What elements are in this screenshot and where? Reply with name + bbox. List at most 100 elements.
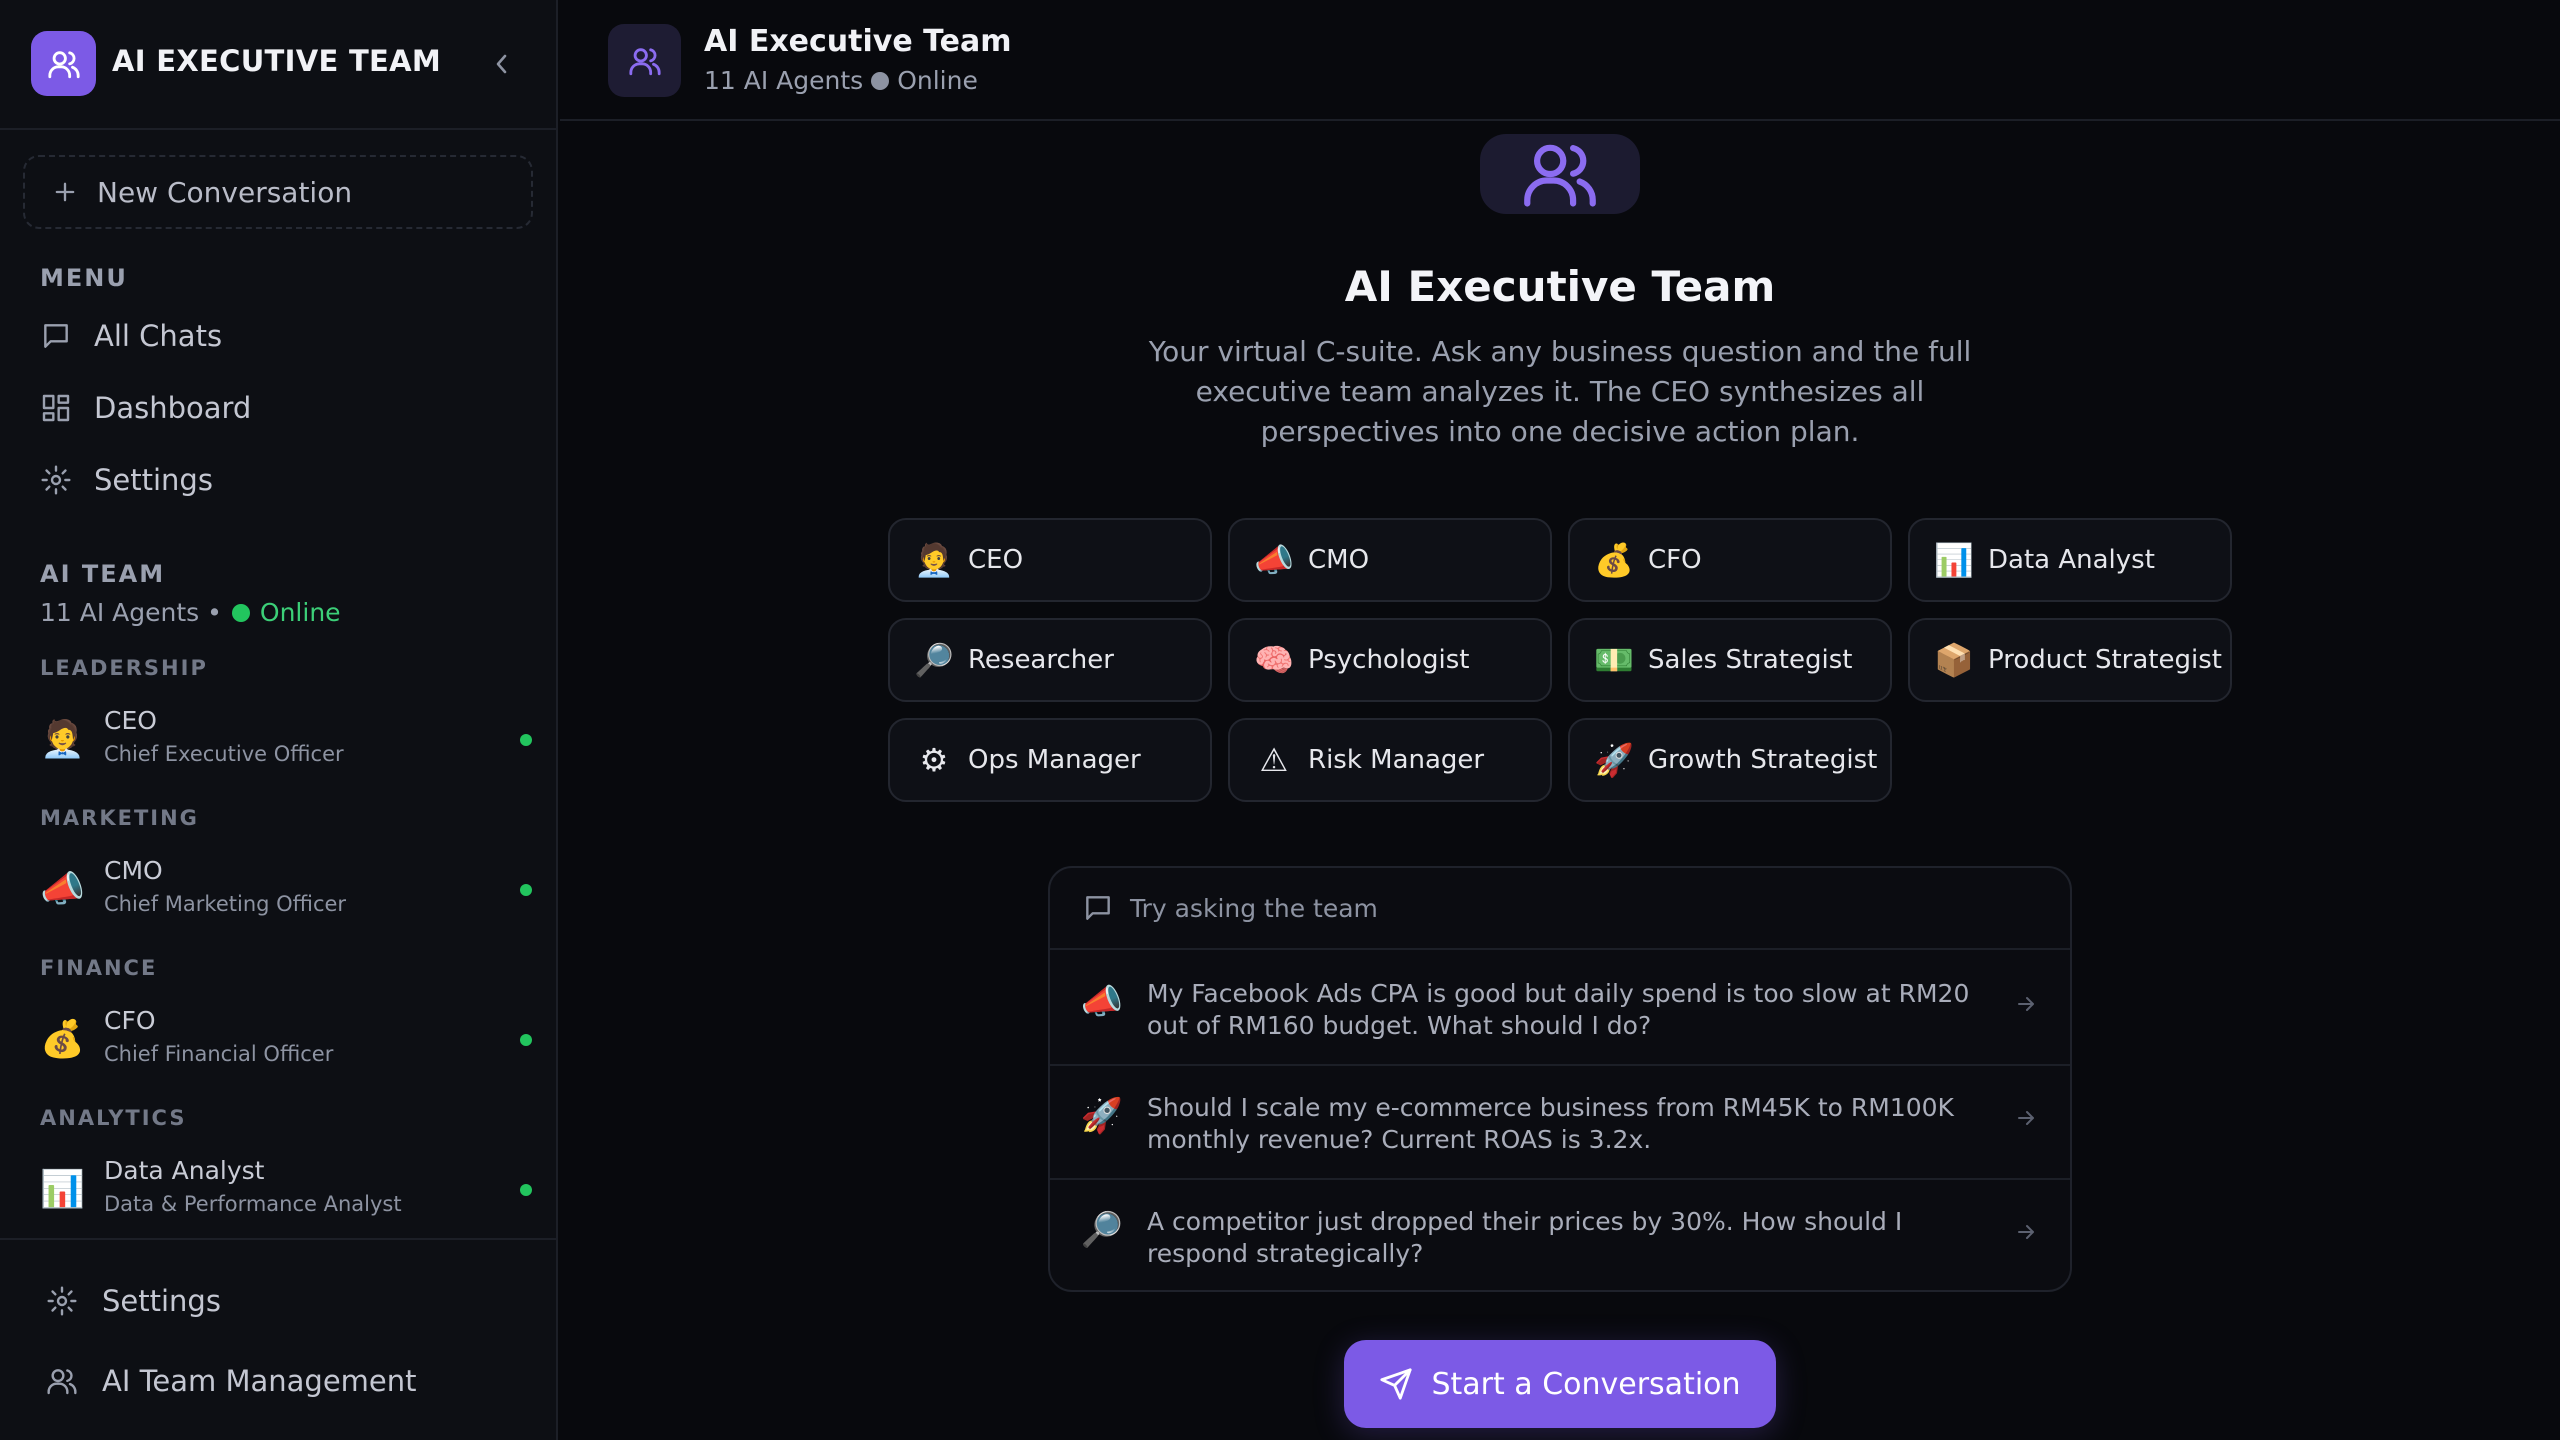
sidebar: AI EXECUTIVE TEAM New Conversation MENU … [0,0,558,1440]
team-status: 11 AI Agents • Online [40,598,341,627]
header-agents-count: 11 AI Agents [704,66,864,95]
agent-chip-researcher[interactable]: 🔎 Researcher [888,618,1212,702]
suggestion-item[interactable]: 🚀 Should I scale my e-commerce business … [1050,1066,2070,1180]
agent-name: Data Analyst [104,1156,265,1185]
hero-description: Your virtual C-suite. Ask any business q… [1148,335,1972,448]
team-count: 11 AI Agents • [40,598,222,627]
agent-chip-growth-strategist[interactable]: 🚀 Growth Strategist [1568,718,1892,802]
chat-icon [1082,892,1114,924]
dollar-bill-icon: 💵 [1594,641,1634,679]
agent-name: CFO [104,1006,156,1035]
agent-chip-risk-manager[interactable]: ⚠ Risk Manager [1228,718,1552,802]
sidebar-agent-cmo[interactable]: 📣 CMO Chief Marketing Officer [40,854,532,924]
agent-chip-product-strategist[interactable]: 📦 Product Strategist [1908,618,2232,702]
arrow-right-icon [2014,1220,2038,1244]
team-avatar [608,24,681,97]
plus-icon [51,178,79,206]
send-icon [1379,1367,1413,1401]
agent-chip-sales-strategist[interactable]: 💵 Sales Strategist [1568,618,1892,702]
menu-item-settings[interactable]: Settings [40,456,213,504]
agent-chip-label: Product Strategist [1988,645,2222,675]
gear-icon [40,464,72,496]
start-conversation-label: Start a Conversation [1431,1366,1741,1402]
agent-role: Chief Financial Officer [104,1042,334,1066]
menu-section-label: MENU [40,264,128,292]
team-online-label: Online [259,598,341,627]
brain-icon: 🧠 [1254,641,1294,679]
new-conversation-label: New Conversation [97,175,353,209]
agent-online-dot [520,1034,532,1046]
users-icon [46,1365,78,1397]
agent-chip-label: CMO [1308,545,1370,575]
menu-item-all-chats[interactable]: All Chats [40,312,222,360]
suggestions-panel: Try asking the team 📣 My Facebook Ads CP… [1048,866,2072,1292]
ceo-avatar-icon: 🧑‍💼 [40,719,85,760]
header-title: AI Executive Team [704,24,1012,59]
suggestion-item[interactable]: 📣 My Facebook Ads CPA is good but daily … [1050,952,2070,1066]
category-marketing: MARKETING [40,806,199,830]
footer-ai-team-management[interactable]: AI Team Management [46,1356,417,1406]
dashboard-icon [40,392,72,424]
warning-icon: ⚠ [1259,741,1289,779]
sidebar-agent-cfo[interactable]: 💰 CFO Chief Financial Officer [40,1004,532,1074]
brand-logo [31,31,96,96]
agent-role: Chief Marketing Officer [104,892,347,916]
rocket-icon: 🚀 [1080,1096,1124,1136]
status-dot [871,71,890,90]
menu-item-label: Settings [94,463,213,497]
footer-settings-label: Settings [102,1284,221,1318]
new-conversation-button[interactable]: New Conversation [23,155,533,229]
category-leadership: LEADERSHIP [40,656,208,680]
menu-item-dashboard[interactable]: Dashboard [40,384,251,432]
magnifier-icon: 🔎 [1080,1210,1124,1250]
hero-title: AI Executive Team [1344,262,1776,311]
chevron-left-icon [492,51,512,77]
users-icon [1520,138,1600,210]
suggestions-header: Try asking the team [1050,868,2070,950]
rocket-icon: 🚀 [1594,741,1634,779]
package-icon: 📦 [1934,641,1974,679]
suggestion-text: Should I scale my e-commerce business fr… [1147,1093,1954,1154]
agent-chip-label: CFO [1648,545,1702,575]
agent-online-dot [520,1184,532,1196]
magnifier-icon: 🔎 [914,641,954,679]
agent-online-dot [520,884,532,896]
money-bag-icon: 💰 [1594,541,1634,579]
arrow-right-icon [2014,1106,2038,1130]
agent-chip-label: Researcher [968,645,1114,675]
sidebar-agent-ceo[interactable]: 🧑‍💼 CEO Chief Executive Officer [40,704,532,774]
megaphone-icon: 📣 [1254,541,1294,579]
footer-settings[interactable]: Settings [46,1276,221,1326]
bar-chart-icon: 📊 [40,1169,85,1210]
agent-role: Chief Executive Officer [104,742,344,766]
header-status-label: Online [897,66,978,95]
footer-team-management-label: AI Team Management [102,1364,417,1398]
header-status: 11 AI Agents Online [704,66,978,95]
collapse-sidebar-button[interactable] [486,44,518,84]
agent-chip-data-analyst[interactable]: 📊 Data Analyst [1908,518,2232,602]
agent-chip-ops-manager[interactable]: ⚙ Ops Manager [888,718,1212,802]
gear-icon: ⚙ [919,741,949,779]
sidebar-footer: Settings AI Team Management [0,1238,556,1440]
agent-chip-cmo[interactable]: 📣 CMO [1228,518,1552,602]
menu-item-label: All Chats [94,319,223,353]
suggestion-item[interactable]: 🔎 A competitor just dropped their prices… [1050,1180,2070,1290]
agent-chip-label: Data Analyst [1988,545,2155,575]
brand-title: AI EXECUTIVE TEAM [112,44,442,78]
agent-chip-ceo[interactable]: 🧑‍💼 CEO [888,518,1212,602]
agent-chip-psychologist[interactable]: 🧠 Psychologist [1228,618,1552,702]
agent-chip-label: Psychologist [1308,645,1470,675]
agent-chip-cfo[interactable]: 💰 CFO [1568,518,1892,602]
online-indicator [231,603,250,622]
users-icon [628,44,662,78]
category-finance: FINANCE [40,956,158,980]
sidebar-agent-data-analyst[interactable]: 📊 Data Analyst Data & Performance Analys… [40,1154,532,1224]
team-section-label: AI TEAM [40,560,166,588]
suggestion-text: My Facebook Ads CPA is good but daily sp… [1147,979,1970,1040]
agent-chip-label: Growth Strategist [1648,745,1878,775]
menu-item-label: Dashboard [94,391,252,425]
chat-icon [40,320,72,352]
suggestion-text: A competitor just dropped their prices b… [1147,1207,1903,1268]
start-conversation-button[interactable]: Start a Conversation [1344,1340,1776,1428]
agent-chip-label: Sales Strategist [1648,645,1853,675]
